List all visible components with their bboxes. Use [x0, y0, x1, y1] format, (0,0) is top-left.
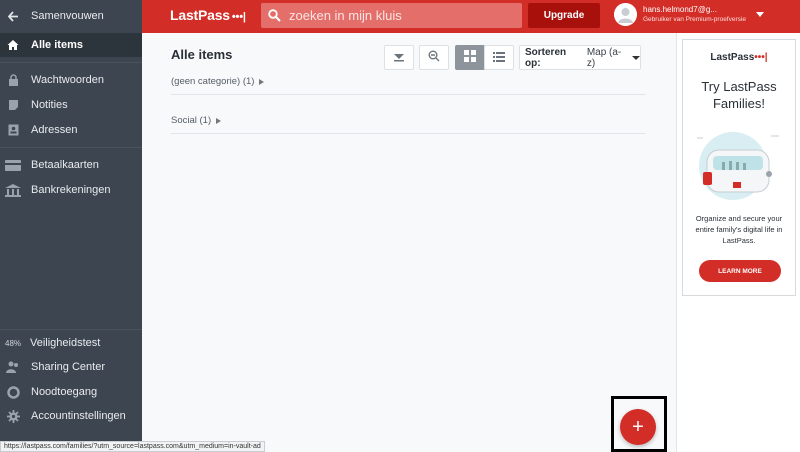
- search-icon: [268, 9, 281, 22]
- sidebar: Samenvouwen Alle items Wachtwoorden Noti…: [0, 0, 142, 452]
- families-ad[interactable]: LastPass•••| Try LastPass Families! Orga…: [682, 39, 796, 296]
- users-icon: [6, 360, 20, 374]
- category-label: (geen categorie) (1): [171, 76, 255, 87]
- expand-arrow-icon: [259, 78, 265, 85]
- sidebar-item-label: Sharing Center: [31, 361, 105, 373]
- user-plan: Gebruiker van Premium-proefversie: [643, 16, 746, 23]
- zoom-out-button[interactable]: [419, 45, 449, 70]
- list-icon: [493, 49, 505, 67]
- sidebar-item-label: Bankrekeningen: [31, 184, 111, 196]
- search-input[interactable]: [289, 8, 509, 23]
- chevron-down-icon[interactable]: [756, 12, 764, 17]
- page-title: Alle items: [171, 47, 233, 62]
- sidebar-item-sharing-center[interactable]: Sharing Center: [0, 355, 142, 379]
- zoom-out-icon: [428, 49, 440, 67]
- search-bar[interactable]: [261, 3, 522, 28]
- sidebar-item-emergency-access[interactable]: Noodtoegang: [0, 380, 142, 404]
- divider: [0, 329, 142, 330]
- filter-down-icon: [393, 49, 405, 67]
- upgrade-button[interactable]: Upgrade: [528, 3, 600, 28]
- address-card-icon: [6, 123, 20, 137]
- note-icon: [6, 98, 20, 112]
- ad-title: Try LastPass Families!: [701, 79, 777, 111]
- sidebar-collapse-label: Samenvouwen: [31, 10, 104, 22]
- home-icon: [6, 38, 20, 52]
- collapse-all-button[interactable]: [384, 45, 414, 70]
- add-item-button[interactable]: +: [620, 409, 656, 445]
- lastpass-logo[interactable]: LastPass •••|: [170, 7, 246, 23]
- expand-arrow-icon: [216, 117, 222, 124]
- learn-more-button[interactable]: LEARN MORE: [699, 260, 781, 282]
- grid-icon: [464, 49, 476, 67]
- ad-logo-dots: •••|: [754, 52, 768, 63]
- list-view-button[interactable]: [484, 45, 514, 70]
- credit-card-icon: [5, 158, 21, 172]
- sidebar-item-all-items[interactable]: Alle items: [0, 33, 142, 57]
- sort-label: Sorteren op:: [525, 46, 567, 69]
- sidebar-item-payment-cards[interactable]: Betaalkaarten: [0, 153, 142, 177]
- ad-description: Organize and secure your entire family's…: [695, 214, 783, 245]
- sidebar-item-label: Noodtoegang: [31, 386, 98, 398]
- gear-icon: [6, 409, 20, 423]
- grid-view-button[interactable]: [455, 45, 485, 70]
- user-name[interactable]: hans.helmond7@g...: [643, 5, 717, 14]
- status-bar-url: https://lastpass.com/families/?utm_sourc…: [0, 441, 265, 452]
- top-bar: LastPass•••| Upgrade hans.helmond7@g... …: [142, 0, 800, 33]
- family-bus-illustration: [693, 126, 785, 209]
- sidebar-item-notes[interactable]: Notities: [0, 93, 142, 117]
- sidebar-item-security-check[interactable]: 48% Veiligheidstest: [0, 331, 142, 355]
- sidebar-item-account-settings[interactable]: Accountinstellingen: [0, 404, 142, 428]
- main-content: Alle items Sorteren op: Map (a-z) (geen …: [142, 33, 676, 452]
- sidebar-item-passwords[interactable]: Wachtwoorden: [0, 68, 142, 92]
- divider: [171, 133, 646, 134]
- sidebar-item-label: Accountinstellingen: [31, 410, 126, 422]
- category-social[interactable]: Social (1): [171, 115, 222, 126]
- chevron-down-icon: [632, 55, 640, 60]
- logo-dots: •••|: [231, 11, 246, 23]
- sidebar-collapse[interactable]: Samenvouwen: [0, 4, 142, 28]
- sidebar-item-label: Betaalkaarten: [31, 159, 99, 171]
- category-label: Social (1): [171, 115, 212, 126]
- lock-icon: [6, 73, 20, 87]
- right-panel: LastPass•••| Try LastPass Families! Orga…: [676, 33, 800, 452]
- divider: [171, 94, 646, 95]
- category-no-category[interactable]: (geen categorie) (1): [171, 76, 265, 87]
- sidebar-item-label: Adressen: [31, 124, 78, 136]
- ad-logo-text: LastPass: [710, 52, 755, 63]
- sort-value: Map (a-z): [586, 46, 622, 69]
- divider: [0, 147, 142, 148]
- avatar[interactable]: [614, 3, 637, 26]
- lifebuoy-icon: [6, 385, 20, 399]
- logo-text: LastPass: [170, 7, 230, 23]
- security-score-badge: 48%: [5, 338, 22, 348]
- bank-icon: [5, 183, 21, 197]
- arrow-left-icon: [6, 9, 20, 23]
- sidebar-item-label: Wachtwoorden: [31, 74, 104, 86]
- ad-logo: LastPass•••|: [683, 52, 795, 63]
- sort-dropdown[interactable]: Sorteren op: Map (a-z): [519, 45, 641, 70]
- sidebar-item-label: Notities: [31, 99, 68, 111]
- sidebar-item-label: Alle items: [31, 39, 83, 51]
- divider: [0, 62, 142, 63]
- sidebar-item-addresses[interactable]: Adressen: [0, 118, 142, 142]
- sidebar-item-label: Veiligheidstest: [30, 337, 101, 349]
- sidebar-item-bank-accounts[interactable]: Bankrekeningen: [0, 178, 142, 202]
